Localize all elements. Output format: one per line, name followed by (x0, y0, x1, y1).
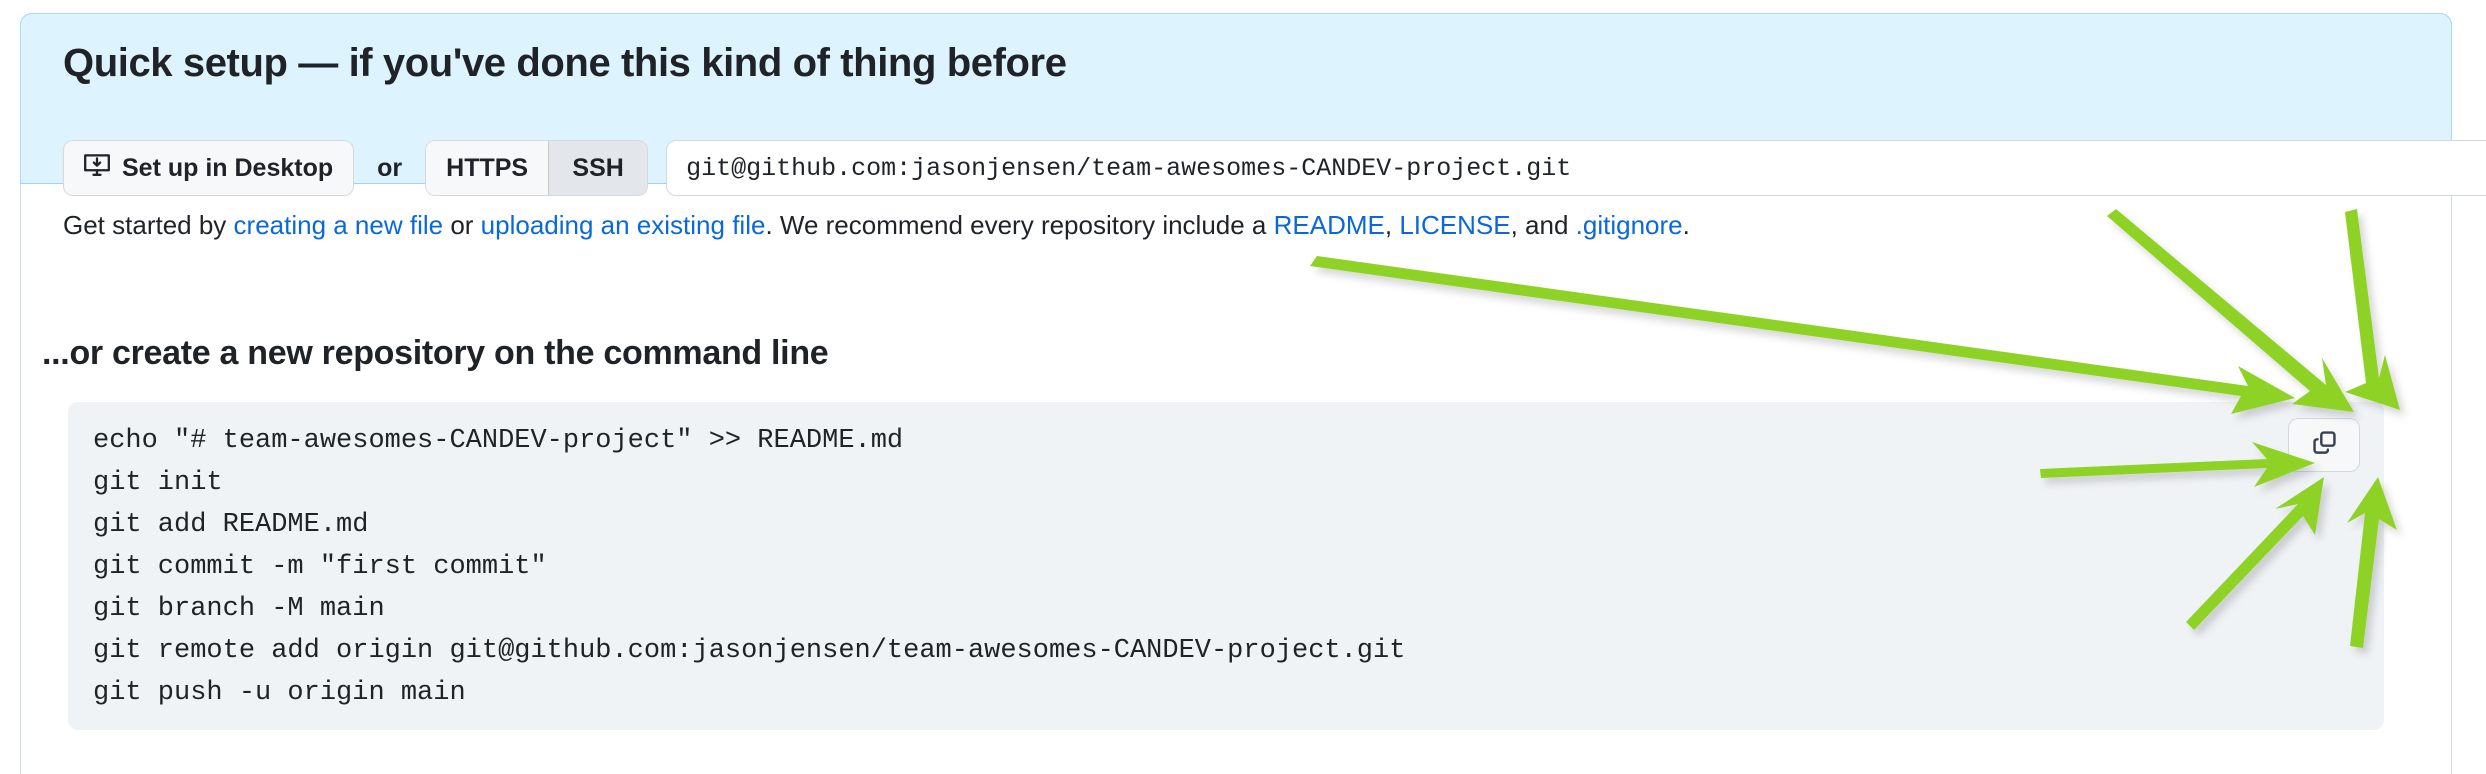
protocol-option-https[interactable]: HTTPS (426, 141, 549, 195)
link-readme[interactable]: README (1274, 210, 1385, 240)
or-separator-label: or (377, 153, 403, 182)
command-line-section-title: ...or create a new repository on the com… (42, 334, 829, 372)
help-recommend: . We recommend every repository include … (765, 210, 1274, 240)
protocol-option-ssh[interactable]: SSH (548, 141, 648, 195)
code-line: git init (93, 468, 223, 498)
link-creating-a-new-file[interactable]: creating a new file (234, 210, 444, 240)
set-up-in-desktop-button[interactable]: Set up in Desktop (63, 140, 355, 196)
desktop-download-icon (83, 151, 111, 186)
code-line: git add README.md (93, 510, 369, 540)
quick-setup-panel: Quick setup — if you've done this kind o… (20, 13, 2486, 240)
help-suffix: . (1682, 210, 1690, 240)
help-or: or (443, 210, 481, 240)
get-started-help-text: Get started by creating a new file or up… (63, 210, 1690, 241)
command-line-code-block: echo "# team-awesomes-CANDEV-project" >>… (68, 402, 2384, 730)
link-license[interactable]: LICENSE (1399, 210, 1510, 240)
code-line: git branch -M main (93, 594, 385, 624)
quick-setup-title: Quick setup — if you've done this kind o… (63, 41, 1067, 85)
code-line: echo "# team-awesomes-CANDEV-project" >>… (93, 426, 904, 456)
link-uploading-an-existing-file[interactable]: uploading an existing file (481, 210, 766, 240)
copy-commands-button[interactable] (2288, 418, 2360, 472)
link-gitignore[interactable]: .gitignore (1576, 210, 1683, 240)
help-sep-1: , (1384, 210, 1400, 240)
help-prefix: Get started by (63, 210, 234, 240)
set-up-in-desktop-label: Set up in Desktop (122, 153, 334, 182)
code-line: git remote add origin git@github.com:jas… (93, 636, 1406, 666)
protocol-toggle-group: HTTPS SSH (425, 140, 649, 196)
clone-controls-row: Set up in Desktop or HTTPS SSH git@githu… (63, 140, 2486, 196)
code-line: git commit -m "first commit" (93, 552, 547, 582)
code-line: git push -u origin main (93, 678, 466, 708)
copy-icon (2311, 429, 2338, 461)
clone-url-input[interactable]: git@github.com:jasonjensen/team-awesomes… (666, 140, 2486, 196)
help-sep-2: , and (1510, 210, 1576, 240)
repository-quick-setup-screen: Quick setup — if you've done this kind o… (0, 0, 2486, 774)
